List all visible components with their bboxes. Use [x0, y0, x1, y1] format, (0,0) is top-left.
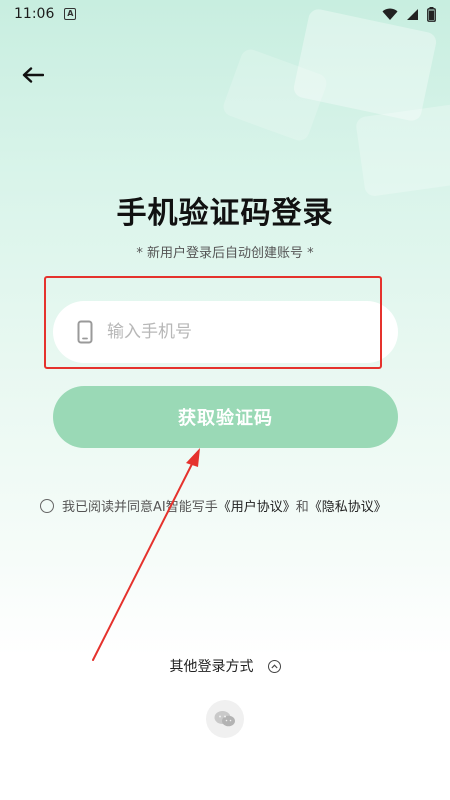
signal-icon: [407, 8, 418, 20]
agreement-prefix: 我已阅读并同意AI智能写手: [62, 500, 218, 515]
page-subtitle: * 新用户登录后自动创建账号 *: [136, 246, 314, 261]
other-login-label: 其他登录方式: [169, 659, 254, 675]
status-time: 11:06: [14, 6, 55, 22]
notification-icon: A: [64, 8, 77, 20]
other-login-section[interactable]: 其他登录方式: [0, 656, 450, 676]
wifi-icon: [382, 8, 398, 20]
back-button[interactable]: [18, 60, 48, 90]
decorative-card: [354, 102, 450, 198]
page-title: 手机验证码登录: [116, 196, 334, 231]
privacy-policy-link[interactable]: 《隐私协议》: [309, 496, 387, 515]
back-arrow-icon: [22, 67, 44, 83]
status-icons: [382, 6, 436, 22]
wechat-icon: [214, 711, 235, 727]
status-bar: 11:06 A: [0, 0, 450, 28]
chevron-up-icon[interactable]: [267, 659, 281, 673]
agreement-row: 我已阅读并同意AI智能写手 《用户协议》 和 《隐私协议》: [40, 496, 387, 515]
agreement-checkbox[interactable]: [40, 498, 54, 513]
get-verification-code-button[interactable]: 获取验证码: [53, 386, 398, 448]
user-agreement-link[interactable]: 《用户协议》: [218, 496, 296, 515]
highlight-annotation-box: [44, 276, 382, 369]
wechat-login-button[interactable]: [206, 700, 244, 738]
agreement-and: 和: [295, 500, 309, 515]
battery-icon: [427, 6, 436, 22]
login-screen: 11:06 A 手机验证码登录 * 新用户登录后自动创建账号 * 输入手机号 获…: [0, 0, 450, 800]
